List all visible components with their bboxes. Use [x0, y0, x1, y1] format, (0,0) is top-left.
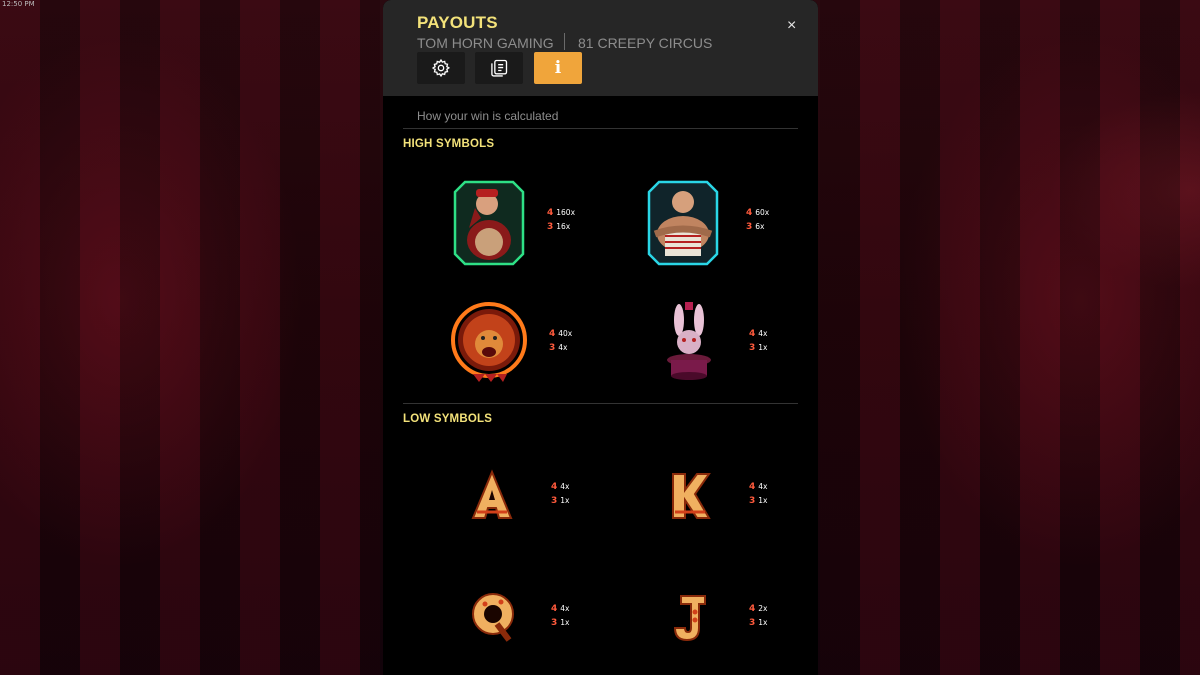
pay-multiplier: 40x	[558, 329, 573, 338]
pay-multiplier: 2x	[758, 604, 768, 613]
pay-count: 4	[746, 208, 753, 218]
tab-settings[interactable]	[417, 52, 465, 84]
pay-multiplier: 60x	[755, 208, 770, 217]
pay-count: 4	[551, 482, 558, 492]
pay-count: 3	[551, 618, 558, 628]
pay-multiplier: 160x	[556, 208, 576, 217]
pay-multiplier: 1x	[758, 496, 768, 505]
pay-row: 3 1x	[551, 616, 569, 630]
divider	[403, 128, 798, 129]
info-icon: i	[554, 58, 562, 78]
pay-count: 3	[749, 343, 756, 353]
pay-row: 3 16x	[547, 220, 575, 234]
pay-row: 3 4x	[549, 341, 572, 355]
ringmaster-pays: 4 160x 3 16x	[547, 206, 575, 234]
gear-icon	[431, 58, 451, 78]
pay-row: 3 1x	[551, 494, 569, 508]
section-caption: How your win is calculated	[417, 109, 559, 123]
header-divider	[564, 33, 565, 50]
pay-count: 3	[749, 496, 756, 506]
pay-multiplier: 16x	[556, 222, 571, 231]
pay-row: 3 6x	[746, 220, 769, 234]
pay-multiplier: 4x	[758, 329, 768, 338]
low-symbols-heading: LOW SYMBOLS	[403, 413, 493, 425]
payouts-panel: PAYOUTS TOM HORN GAMING 81 CREEPY CIRCUS…	[383, 0, 818, 675]
pay-row: 3 1x	[749, 341, 767, 355]
pay-multiplier: 1x	[758, 618, 768, 627]
close-icon: ×	[787, 17, 797, 34]
letter-k-pays: 4 4x 3 1x	[749, 480, 767, 508]
letter-j-pays: 4 2x 3 1x	[749, 602, 767, 630]
pay-count: 4	[749, 329, 756, 339]
page-title: PAYOUTS	[417, 13, 498, 32]
pay-count: 4	[549, 329, 556, 339]
pay-row: 3 1x	[749, 494, 767, 508]
tab-info[interactable]: i	[534, 52, 582, 84]
paytable-icon	[491, 59, 508, 77]
pay-row: 3 1x	[749, 616, 767, 630]
high-symbols-heading: HIGH SYMBOLS	[403, 138, 495, 150]
pay-multiplier: 1x	[560, 618, 570, 627]
pay-count: 3	[551, 496, 558, 506]
pay-row: 4 40x	[549, 327, 572, 341]
panel-header: PAYOUTS TOM HORN GAMING 81 CREEPY CIRCUS…	[383, 0, 818, 96]
lion-symbol	[447, 296, 527, 384]
pay-row: 4 4x	[749, 480, 767, 494]
letter-q-symbol	[467, 588, 519, 644]
pay-count: 3	[547, 222, 554, 232]
pay-count: 3	[746, 222, 753, 232]
pay-row: 4 4x	[551, 602, 569, 616]
ringmaster-symbol	[451, 178, 527, 266]
pay-multiplier: 4x	[758, 482, 768, 491]
game-name: 81 CREEPY CIRCUS	[578, 35, 713, 51]
pay-row: 4 2x	[749, 602, 767, 616]
pay-row: 4 4x	[749, 327, 767, 341]
pay-count: 3	[749, 618, 756, 628]
pay-row: 4 60x	[746, 206, 769, 220]
divider	[403, 403, 798, 404]
pay-multiplier: 4x	[558, 343, 568, 352]
pay-row: 4 160x	[547, 206, 575, 220]
lion-pays: 4 40x 3 4x	[549, 327, 572, 355]
curtain-left	[0, 0, 380, 675]
strongman-symbol	[645, 178, 721, 266]
letter-k-symbol	[663, 468, 717, 524]
pay-multiplier: 1x	[560, 496, 570, 505]
letter-a-symbol	[465, 468, 519, 524]
rabbit-symbol	[659, 298, 735, 386]
pay-count: 4	[547, 208, 554, 218]
tab-paytable[interactable]	[475, 52, 523, 84]
letter-q-pays: 4 4x 3 1x	[551, 602, 569, 630]
rabbit-pays: 4 4x 3 1x	[749, 327, 767, 355]
pay-count: 4	[749, 482, 756, 492]
pay-row: 4 4x	[551, 480, 569, 494]
pay-count: 4	[749, 604, 756, 614]
pay-multiplier: 4x	[560, 482, 570, 491]
strongman-pays: 4 60x 3 6x	[746, 206, 769, 234]
letter-a-pays: 4 4x 3 1x	[551, 480, 569, 508]
pay-multiplier: 4x	[560, 604, 570, 613]
pay-count: 3	[549, 343, 556, 353]
provider-name: TOM HORN GAMING	[417, 35, 554, 51]
clock: 12:50 PM	[2, 0, 35, 8]
curtain-right	[820, 0, 1200, 675]
letter-j-symbol	[667, 590, 713, 646]
pay-multiplier: 6x	[755, 222, 765, 231]
pay-multiplier: 1x	[758, 343, 768, 352]
close-button[interactable]: ×	[787, 17, 796, 35]
pay-count: 4	[551, 604, 558, 614]
game-background: 12:50 PM PAYOUTS TOM HORN GAMING 81 CREE…	[0, 0, 1200, 675]
